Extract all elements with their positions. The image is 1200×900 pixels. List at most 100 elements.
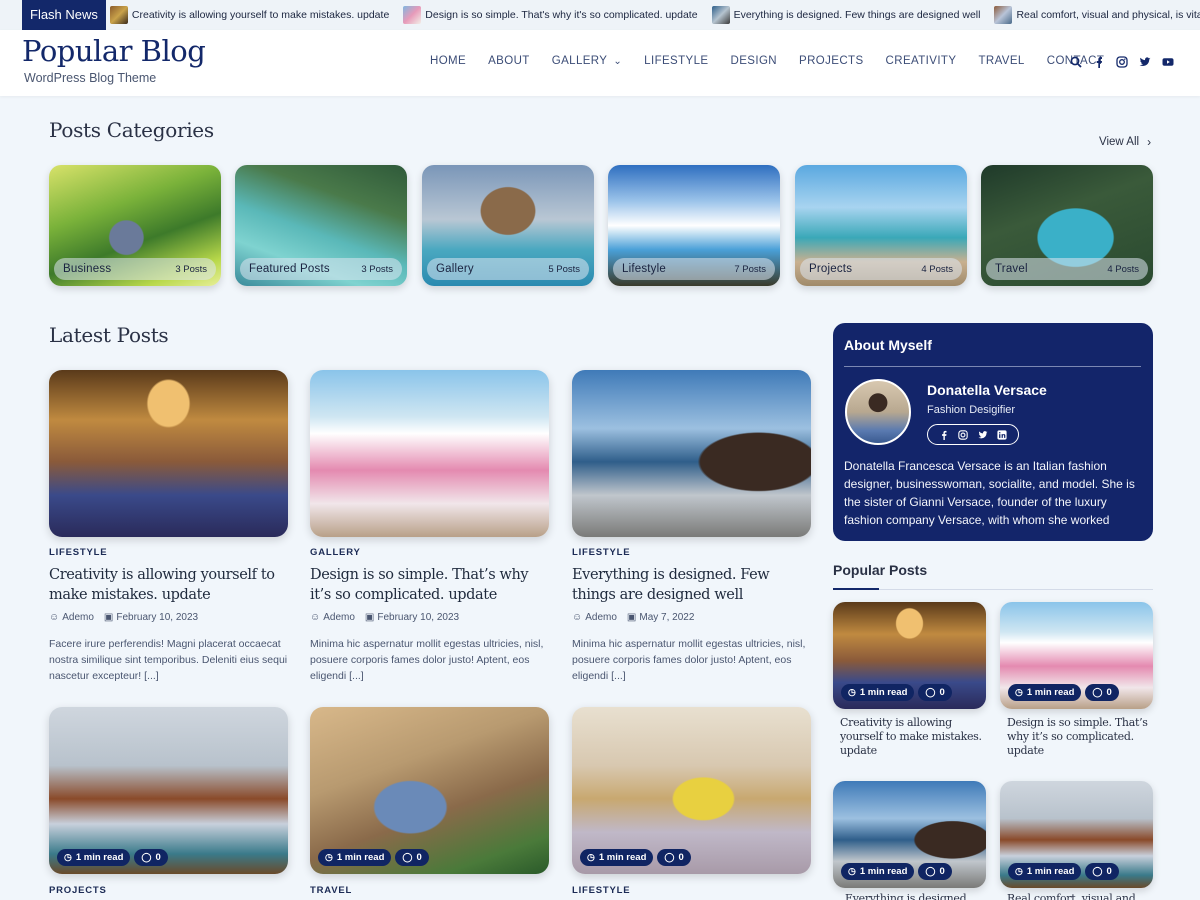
post-image[interactable] [49,370,288,537]
category-card-featured-posts[interactable]: Featured Posts 3 Posts [235,165,407,286]
post-image[interactable]: ◷ 1 min read ◯ 0 [572,707,811,874]
category-card-projects[interactable]: Projects 4 Posts [795,165,967,286]
post-image[interactable] [310,370,549,537]
site-title[interactable]: Popular Blog [22,34,206,68]
post-meta: ☺ Ademo ▣ May 7, 2022 [572,612,694,623]
nav-item-design[interactable]: DESIGN [731,55,778,67]
category-count: 5 Posts [548,263,580,275]
flash-news-bar: Flash News Creativity is allowing yourse… [0,0,1200,30]
clock-icon: ◷ [1015,866,1023,876]
comments-badge[interactable]: ◯ 0 [657,849,691,866]
post-title[interactable]: Design is so simple. That’s why it’s so … [310,565,550,605]
post-image[interactable]: ◷ 1 min read ◯ 0 [310,707,549,874]
search-icon[interactable] [1070,55,1082,69]
flash-thumbnail [109,6,128,24]
popular-post-title[interactable]: Creativity is allowing yourself to make … [840,716,990,758]
category-label-bar: Business 3 Posts [54,258,216,280]
post-date[interactable]: February 10, 2023 [116,612,198,623]
popular-post-title[interactable]: Real comfort, visual and [1007,892,1157,900]
linkedin-icon[interactable] [996,429,1008,441]
nav-item-home[interactable]: HOME [430,55,466,67]
twitter-icon[interactable] [1139,55,1151,69]
post-category[interactable]: LIFESTYLE [572,885,630,896]
post-date[interactable]: May 7, 2022 [639,612,694,623]
comment-icon: ◯ [664,852,675,862]
flash-news-text: Design is so simple. That's why it's so … [425,9,698,21]
post-badges: ◷ 1 min read ◯ 0 [841,863,956,880]
popular-post-image[interactable]: ◷ 1 min read ◯ 0 [1000,781,1153,888]
popular-post-image[interactable]: ◷ 1 min read ◯ 0 [833,602,986,709]
category-card-travel[interactable]: Travel 4 Posts [981,165,1153,286]
comments-badge[interactable]: ◯ 0 [134,849,168,866]
comments-badge[interactable]: ◯ 0 [918,684,952,701]
read-time-text: 1 min read [75,852,124,863]
popular-post-title[interactable]: Everything is designed [845,892,995,900]
comments-badge[interactable]: ◯ 0 [1085,863,1119,880]
popular-post-title[interactable]: Design is so simple. That’s why it’s so … [1007,716,1157,758]
avatar [845,379,911,445]
comments-badge[interactable]: ◯ 0 [1085,684,1119,701]
post-meta: ☺ Ademo ▣ February 10, 2023 [310,612,459,623]
facebook-icon[interactable] [938,429,950,441]
category-name: Travel [995,263,1028,275]
comments-count: 0 [939,866,945,877]
view-all-label: View All [1099,136,1140,148]
nav-item-gallery[interactable]: GALLERY ⌄ [552,55,622,67]
nav-item-creativity[interactable]: CREATIVITY [886,55,957,67]
category-card-business[interactable]: Business 3 Posts [49,165,221,286]
nav-label: DESIGN [730,55,777,67]
post-date[interactable]: February 10, 2023 [377,612,459,623]
comments-badge[interactable]: ◯ 0 [918,863,952,880]
post-author[interactable]: Ademo [62,612,94,623]
flash-news-item[interactable]: Everything is designed. Few things are d… [711,6,980,24]
chevron-right-icon: › [1147,135,1152,149]
post-badges: ◷ 1 min read ◯ 0 [57,849,172,866]
popular-post-image[interactable]: ◷ 1 min read ◯ 0 [1000,602,1153,709]
category-name: Gallery [436,263,474,275]
main-nav: HOME ABOUT GALLERY ⌄ LIFESTYLE DESIGN PRO… [430,55,1126,67]
post-author[interactable]: Ademo [323,612,355,623]
popular-divider [833,589,1153,590]
clock-icon: ◷ [587,852,595,862]
flash-news-item[interactable]: Creativity is allowing yourself to make … [109,6,389,24]
post-title[interactable]: Everything is designed. Few things are d… [572,565,812,605]
post-image[interactable] [572,370,811,537]
flash-news-item[interactable]: Design is so simple. That's why it's so … [403,6,698,24]
nav-item-lifestyle[interactable]: LIFESTYLE [644,55,708,67]
category-name: Projects [809,263,853,275]
popular-post-image[interactable]: ◷ 1 min read ◯ 0 [833,781,986,888]
post-title[interactable]: Creativity is allowing yourself to make … [49,565,289,605]
read-time-badge: ◷ 1 min read [841,684,915,701]
nav-label: HOME [430,55,467,67]
post-badges: ◷ 1 min read ◯ 0 [318,849,433,866]
instagram-icon[interactable] [957,429,969,441]
category-card-lifestyle[interactable]: Lifestyle 7 Posts [608,165,780,286]
instagram-icon[interactable] [1116,55,1128,69]
flash-news-item[interactable]: Real comfort, visual and physical, is vi… [994,6,1200,24]
post-category[interactable]: GALLERY [310,547,361,558]
post-badges: ◷ 1 min read ◯ 0 [1008,863,1123,880]
nav-label: CREATIVITY [885,55,957,67]
youtube-icon[interactable] [1162,55,1174,69]
post-category[interactable]: LIFESTYLE [49,547,107,558]
post-author[interactable]: Ademo [585,612,617,623]
category-label-bar: Featured Posts 3 Posts [240,258,402,280]
comments-badge[interactable]: ◯ 0 [395,849,429,866]
view-all-link[interactable]: View All › [1099,135,1151,149]
comment-icon: ◯ [925,687,936,697]
category-card-gallery[interactable]: Gallery 5 Posts [422,165,594,286]
post-category[interactable]: TRAVEL [310,885,352,896]
latest-posts-heading: Latest Posts [49,323,169,347]
comments-count: 0 [1106,866,1112,877]
user-icon: ☺ [49,612,60,623]
post-image[interactable]: ◷ 1 min read ◯ 0 [49,707,288,874]
nav-item-about[interactable]: ABOUT [488,55,530,67]
post-category[interactable]: LIFESTYLE [572,547,630,558]
post-photo [49,370,288,537]
post-category[interactable]: PROJECTS [49,885,107,896]
twitter-icon[interactable] [977,429,989,441]
comments-count: 0 [678,852,684,863]
nav-item-projects[interactable]: PROJECTS [799,55,864,67]
facebook-icon[interactable] [1093,55,1105,69]
nav-item-travel[interactable]: TRAVEL [978,55,1024,67]
